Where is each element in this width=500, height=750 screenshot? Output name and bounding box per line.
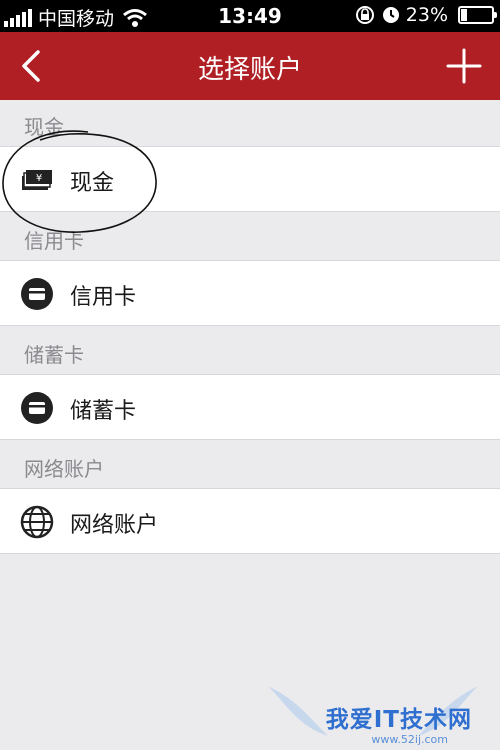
globe-icon bbox=[20, 505, 54, 539]
battery-fill bbox=[461, 9, 467, 21]
account-row-credit-card[interactable]: 信用卡 bbox=[0, 260, 500, 326]
add-account-button[interactable] bbox=[444, 46, 484, 86]
cash-icon: ¥ bbox=[22, 170, 52, 190]
section-header-credit-card: 信用卡 bbox=[0, 214, 500, 260]
watermark-title: 我爱IT技术网 bbox=[325, 707, 472, 733]
account-label: 信用卡 bbox=[70, 285, 137, 310]
account-label: 网络账户 bbox=[70, 513, 159, 538]
card-icon bbox=[21, 392, 53, 424]
account-row-online-account[interactable]: 网络账户 bbox=[0, 488, 500, 554]
rotation-lock-icon bbox=[355, 6, 374, 24]
account-row-debit-card[interactable]: 储蓄卡 bbox=[0, 374, 500, 440]
account-row-cash[interactable]: ¥ 现金 bbox=[0, 146, 500, 212]
battery-icon bbox=[458, 6, 497, 24]
svg-text:¥: ¥ bbox=[36, 173, 42, 184]
section-header-label: 网络账户 bbox=[24, 457, 104, 481]
section-header-cash: 现金 bbox=[0, 100, 500, 146]
watermark-url: www.52ij.com bbox=[371, 733, 448, 746]
card-icon bbox=[21, 278, 53, 310]
section-header-label: 储蓄卡 bbox=[24, 343, 84, 367]
section-header-label: 现金 bbox=[24, 115, 64, 139]
navigation-bar: 选择账户 bbox=[0, 32, 500, 100]
section-header-label: 信用卡 bbox=[24, 229, 84, 253]
section-header-online-account: 网络账户 bbox=[0, 442, 500, 488]
page-title: 选择账户 bbox=[197, 55, 302, 85]
alarm-icon bbox=[382, 7, 399, 23]
status-right: 23% bbox=[354, 4, 497, 26]
account-label: 储蓄卡 bbox=[70, 399, 137, 424]
status-bar: 中国移动 13:49 23% bbox=[0, 0, 500, 32]
section-header-debit-card: 储蓄卡 bbox=[0, 328, 500, 374]
account-label: 现金 bbox=[70, 171, 115, 196]
battery-percentage: 23% bbox=[405, 4, 448, 26]
